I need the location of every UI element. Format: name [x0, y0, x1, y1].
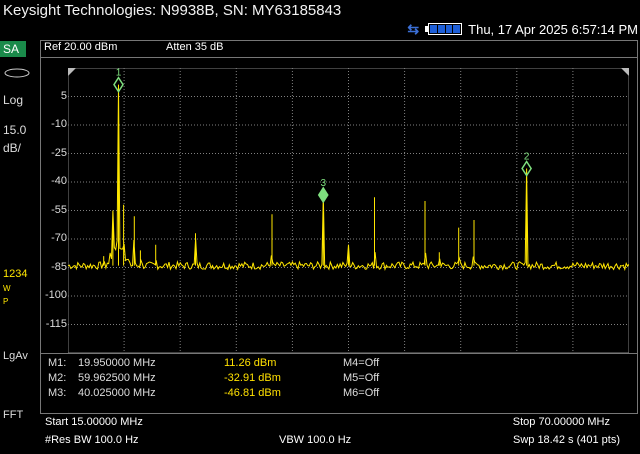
- corner-marker: [68, 68, 76, 76]
- y-tick-label: -25: [51, 146, 67, 159]
- marker-table-cell: M1:: [48, 357, 67, 369]
- y-tick-label: -10: [51, 118, 67, 130]
- marker-table-cell: M2:: [48, 372, 67, 384]
- start-frequency[interactable]: Start 15.00000 MHz: [45, 416, 143, 428]
- trace-mode-p: P: [3, 297, 9, 306]
- y-tick-label: -40: [51, 175, 67, 187]
- y-tick-label: -100: [44, 289, 67, 301]
- detector-label: LgAv: [3, 350, 28, 362]
- marker-table-cell: M5=Off: [343, 372, 380, 384]
- marker-table-cell: 11.26 dBm: [224, 357, 277, 369]
- marker-table-cell: -46.81 dBm: [224, 387, 281, 399]
- marker-table-cell: M3:: [48, 387, 67, 399]
- marker-table-cell: 59.962500 MHz: [78, 372, 156, 384]
- y-tick-label: -70: [51, 232, 67, 244]
- mode-badge[interactable]: SA: [0, 41, 26, 57]
- marker-table-cell: 40.025000 MHz: [78, 387, 156, 399]
- sweep-type-label: FFT: [3, 409, 24, 421]
- trace-mode-w: W: [3, 284, 11, 293]
- attenuation: Atten 35 dB: [166, 41, 224, 53]
- marker-table-cell: M6=Off: [343, 387, 380, 399]
- ref-level: Ref 20.00 dBm: [44, 41, 118, 53]
- spectrum-plot[interactable]: 1 2 3: [68, 68, 629, 353]
- window-title: Keysight Technologies: N9938B, SN: MY631…: [3, 2, 342, 19]
- resolution-bandwidth[interactable]: #Res BW 100.0 Hz: [45, 434, 139, 446]
- scale-unit: dB/: [3, 141, 22, 155]
- scale-type: Log: [3, 93, 24, 107]
- video-bandwidth[interactable]: VBW 100.0 Hz: [279, 434, 351, 446]
- battery-icon: [425, 23, 463, 35]
- datetime: Thu, 17 Apr 2025 6:57:14 PM: [468, 21, 638, 37]
- sweep-cycle-icon: [4, 68, 30, 78]
- y-tick-label: 5: [60, 89, 67, 102]
- status-bar: ⇆ Thu, 17 Apr 2025 6:57:14 PM: [407, 20, 638, 38]
- stop-frequency[interactable]: Stop 70.00000 MHz: [513, 416, 610, 428]
- marker-1-label: 1: [116, 68, 122, 79]
- scale-value: 15.0: [3, 123, 27, 137]
- y-tick-label: -115: [45, 317, 67, 330]
- trace-numbers: 1234: [3, 268, 28, 280]
- sweep-time[interactable]: Swp 18.42 s (401 pts): [513, 434, 620, 446]
- corner-marker: [621, 68, 629, 76]
- usb-icon: ⇆: [407, 20, 420, 37]
- y-tick-label: -55: [51, 203, 67, 216]
- y-tick-label: -85: [51, 260, 67, 273]
- marker-3-symbol: [317, 186, 329, 204]
- marker-table-cell: 19.950000 MHz: [78, 357, 156, 369]
- marker-2-label: 2: [524, 152, 530, 163]
- marker-3-label: 3: [320, 178, 326, 189]
- marker-table-cell: -32.91 dBm: [224, 372, 281, 384]
- marker-table-cell: M4=Off: [343, 357, 380, 369]
